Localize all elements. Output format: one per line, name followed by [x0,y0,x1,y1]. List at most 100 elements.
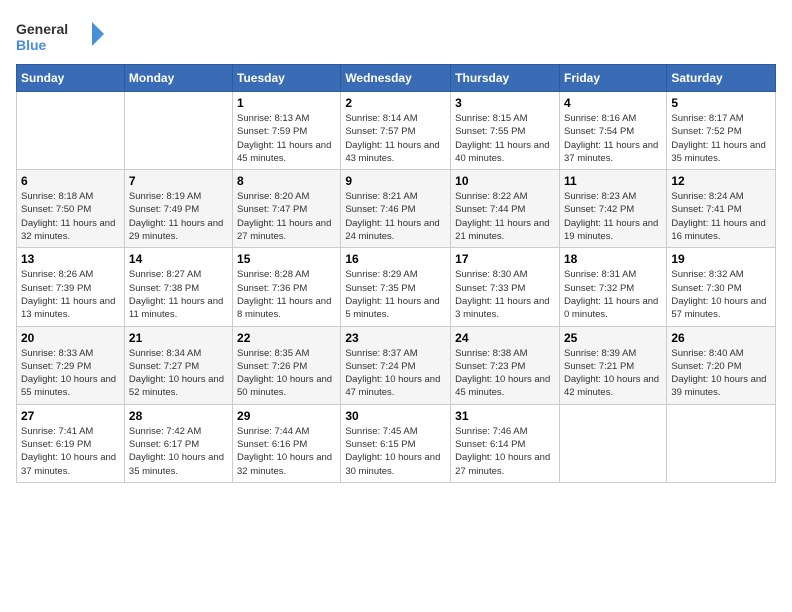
day-number: 4 [564,96,662,110]
day-info: Sunrise: 8:19 AMSunset: 7:49 PMDaylight:… [129,190,228,243]
calendar-week-row: 13 Sunrise: 8:26 AMSunset: 7:39 PMDayligh… [17,248,776,326]
day-info: Sunrise: 7:45 AMSunset: 6:15 PMDaylight:… [345,425,446,478]
day-info: Sunrise: 8:23 AMSunset: 7:42 PMDaylight:… [564,190,662,243]
calendar-cell: 1 Sunrise: 8:13 AMSunset: 7:59 PMDaylight… [233,92,341,170]
day-number: 14 [129,252,228,266]
day-number: 25 [564,331,662,345]
calendar-cell: 21Sunrise: 8:34 AMSunset: 7:27 PMDayligh… [124,326,232,404]
day-number: 2 [345,96,446,110]
day-number: 26 [671,331,771,345]
day-info: Sunrise: 8:17 AMSunset: 7:52 PMDaylight:… [671,112,771,165]
day-info: Sunrise: 8:39 AMSunset: 7:21 PMDaylight:… [564,347,662,400]
day-info: Sunrise: 8:33 AMSunset: 7:29 PMDaylight:… [21,347,120,400]
col-header-tuesday: Tuesday [233,65,341,92]
calendar-cell: 30 Sunrise: 7:45 AMSunset: 6:15 PMDayligh… [341,404,451,482]
calendar-cell: 6Sunrise: 8:18 AMSunset: 7:50 PMDaylight… [17,170,125,248]
day-info: Sunrise: 8:31 AMSunset: 7:32 PMDaylight:… [564,268,662,321]
day-info: Sunrise: 8:24 AMSunset: 7:41 PMDaylight:… [671,190,771,243]
calendar-cell: 5 Sunrise: 8:17 AMSunset: 7:52 PMDaylight… [667,92,776,170]
calendar-cell: 31 Sunrise: 7:46 AMSunset: 6:14 PMDayligh… [451,404,560,482]
day-number: 19 [671,252,771,266]
calendar-cell: 2 Sunrise: 8:14 AMSunset: 7:57 PMDaylight… [341,92,451,170]
day-number: 9 [345,174,446,188]
day-info: Sunrise: 8:29 AMSunset: 7:35 PMDaylight:… [345,268,446,321]
col-header-friday: Friday [559,65,666,92]
calendar-cell: 23 Sunrise: 8:37 AMSunset: 7:24 PMDayligh… [341,326,451,404]
calendar-cell: 18 Sunrise: 8:31 AMSunset: 7:32 PMDayligh… [559,248,666,326]
col-header-sunday: Sunday [17,65,125,92]
calendar-cell: 16 Sunrise: 8:29 AMSunset: 7:35 PMDayligh… [341,248,451,326]
col-header-wednesday: Wednesday [341,65,451,92]
col-header-thursday: Thursday [451,65,560,92]
day-number: 5 [671,96,771,110]
calendar-cell: 15 Sunrise: 8:28 AMSunset: 7:36 PMDayligh… [233,248,341,326]
day-number: 28 [129,409,228,423]
day-number: 15 [237,252,336,266]
day-number: 27 [21,409,120,423]
day-info: Sunrise: 7:42 AMSunset: 6:17 PMDaylight:… [129,425,228,478]
col-header-monday: Monday [124,65,232,92]
day-number: 12 [671,174,771,188]
day-info: Sunrise: 8:16 AMSunset: 7:54 PMDaylight:… [564,112,662,165]
calendar-cell: 27 Sunrise: 7:41 AMSunset: 6:19 PMDayligh… [17,404,125,482]
day-number: 6 [21,174,120,188]
calendar-cell: 24 Sunrise: 8:38 AMSunset: 7:23 PMDayligh… [451,326,560,404]
day-number: 7 [129,174,228,188]
day-number: 22 [237,331,336,345]
calendar-week-row: 6Sunrise: 8:18 AMSunset: 7:50 PMDaylight… [17,170,776,248]
day-number: 11 [564,174,662,188]
day-info: Sunrise: 8:14 AMSunset: 7:57 PMDaylight:… [345,112,446,165]
day-number: 21 [129,331,228,345]
day-number: 13 [21,252,120,266]
calendar-cell: 17 Sunrise: 8:30 AMSunset: 7:33 PMDayligh… [451,248,560,326]
day-info: Sunrise: 8:37 AMSunset: 7:24 PMDaylight:… [345,347,446,400]
day-info: Sunrise: 7:46 AMSunset: 6:14 PMDaylight:… [455,425,555,478]
svg-text:Blue: Blue [16,37,47,53]
day-info: Sunrise: 8:38 AMSunset: 7:23 PMDaylight:… [455,347,555,400]
day-info: Sunrise: 8:28 AMSunset: 7:36 PMDaylight:… [237,268,336,321]
day-info: Sunrise: 8:40 AMSunset: 7:20 PMDaylight:… [671,347,771,400]
day-number: 1 [237,96,336,110]
day-info: Sunrise: 8:30 AMSunset: 7:33 PMDaylight:… [455,268,555,321]
calendar-cell: 13 Sunrise: 8:26 AMSunset: 7:39 PMDayligh… [17,248,125,326]
calendar-cell: 22Sunrise: 8:35 AMSunset: 7:26 PMDayligh… [233,326,341,404]
day-number: 16 [345,252,446,266]
day-info: Sunrise: 8:13 AMSunset: 7:59 PMDaylight:… [237,112,336,165]
calendar-cell: 11 Sunrise: 8:23 AMSunset: 7:42 PMDayligh… [559,170,666,248]
day-info: Sunrise: 8:20 AMSunset: 7:47 PMDaylight:… [237,190,336,243]
day-number: 29 [237,409,336,423]
calendar-cell: 8Sunrise: 8:20 AMSunset: 7:47 PMDaylight… [233,170,341,248]
day-number: 30 [345,409,446,423]
logo-svg: General Blue [16,16,106,56]
calendar-week-row: 20 Sunrise: 8:33 AMSunset: 7:29 PMDayligh… [17,326,776,404]
day-info: Sunrise: 8:15 AMSunset: 7:55 PMDaylight:… [455,112,555,165]
calendar-cell: 25 Sunrise: 8:39 AMSunset: 7:21 PMDayligh… [559,326,666,404]
calendar-cell: 14Sunrise: 8:27 AMSunset: 7:38 PMDayligh… [124,248,232,326]
day-number: 20 [21,331,120,345]
day-number: 23 [345,331,446,345]
calendar-cell: 12 Sunrise: 8:24 AMSunset: 7:41 PMDayligh… [667,170,776,248]
page-header: General Blue [16,16,776,56]
calendar-cell: 28 Sunrise: 7:42 AMSunset: 6:17 PMDayligh… [124,404,232,482]
calendar-cell: 9Sunrise: 8:21 AMSunset: 7:46 PMDaylight… [341,170,451,248]
day-info: Sunrise: 8:26 AMSunset: 7:39 PMDaylight:… [21,268,120,321]
calendar-cell [124,92,232,170]
day-number: 17 [455,252,555,266]
calendar-cell: 29Sunrise: 7:44 AMSunset: 6:16 PMDayligh… [233,404,341,482]
day-number: 3 [455,96,555,110]
calendar-cell: 7 Sunrise: 8:19 AMSunset: 7:49 PMDaylight… [124,170,232,248]
day-number: 18 [564,252,662,266]
calendar-cell: 20 Sunrise: 8:33 AMSunset: 7:29 PMDayligh… [17,326,125,404]
calendar-cell: 10 Sunrise: 8:22 AMSunset: 7:44 PMDayligh… [451,170,560,248]
calendar-cell: 3 Sunrise: 8:15 AMSunset: 7:55 PMDaylight… [451,92,560,170]
day-info: Sunrise: 7:41 AMSunset: 6:19 PMDaylight:… [21,425,120,478]
day-number: 31 [455,409,555,423]
calendar-header-row: SundayMondayTuesdayWednesdayThursdayFrid… [17,65,776,92]
svg-text:General: General [16,21,68,37]
calendar-week-row: 27 Sunrise: 7:41 AMSunset: 6:19 PMDayligh… [17,404,776,482]
day-number: 10 [455,174,555,188]
day-info: Sunrise: 8:22 AMSunset: 7:44 PMDaylight:… [455,190,555,243]
day-number: 24 [455,331,555,345]
calendar-week-row: 1 Sunrise: 8:13 AMSunset: 7:59 PMDaylight… [17,92,776,170]
calendar-cell: 4 Sunrise: 8:16 AMSunset: 7:54 PMDaylight… [559,92,666,170]
